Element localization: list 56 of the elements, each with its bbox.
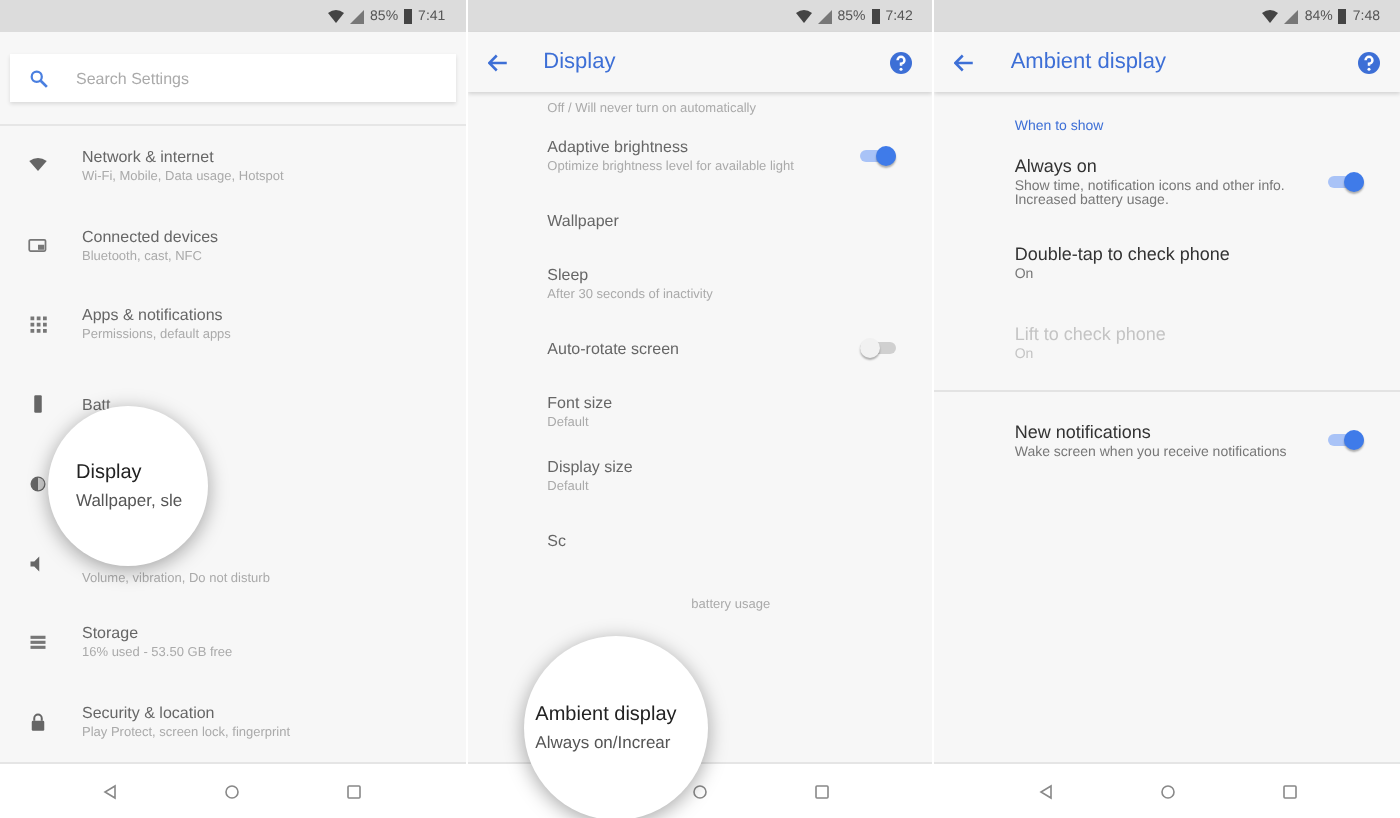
- magnified-summary: Always on/Increar: [535, 732, 673, 752]
- setting-title[interactable]: Batt: [82, 395, 430, 414]
- wifi-icon: [28, 155, 48, 176]
- toggle-switch[interactable]: [860, 338, 897, 358]
- battery-icon: [28, 394, 48, 415]
- setting-title[interactable]: Apps & notifications: [82, 306, 430, 325]
- setting-title[interactable]: Network & internet: [82, 147, 430, 166]
- setting-title[interactable]: Display size: [547, 458, 897, 476]
- setting-title[interactable]: Always on: [1014, 156, 1295, 176]
- magnified-title: Display: [76, 462, 144, 484]
- setting-title[interactable]: Double-tap to check phone: [1014, 243, 1365, 263]
- search-icon: [30, 69, 48, 87]
- setting-title[interactable]: Sc: [547, 531, 897, 549]
- magnified-summary: Wallpaper, sle: [76, 490, 185, 510]
- battery-icon: [404, 8, 413, 24]
- lock-icon: [28, 712, 48, 733]
- wifi-icon: [1262, 9, 1279, 23]
- battery-icon: [1338, 8, 1347, 24]
- signal-icon: [350, 9, 365, 23]
- app-bar-title: Ambient display: [1010, 50, 1168, 74]
- home-icon[interactable]: [1159, 783, 1176, 799]
- back-arrow-icon[interactable]: [487, 53, 508, 71]
- back-icon[interactable]: [102, 783, 119, 799]
- search-placeholder: Search Settings: [76, 69, 189, 87]
- brightness-icon: [28, 473, 48, 494]
- storage-icon: [28, 632, 48, 653]
- setting-title[interactable]: Connected devices: [82, 227, 430, 246]
- app-bar-title: Display: [543, 50, 618, 74]
- setting-title[interactable]: Storage: [82, 624, 430, 643]
- signal-icon: [817, 9, 832, 23]
- toggle-switch[interactable]: [1328, 430, 1365, 450]
- wifi-icon: [795, 9, 812, 23]
- setting-title[interactable]: Font size: [547, 394, 897, 412]
- battery-icon: [871, 8, 880, 24]
- setting-title[interactable]: New notifications: [1014, 421, 1295, 441]
- setting-title[interactable]: Adaptive brightness: [547, 138, 827, 156]
- toggle-switch[interactable]: [860, 146, 897, 166]
- wifi-icon: [328, 9, 345, 23]
- setting-title[interactable]: Security & location: [82, 704, 430, 723]
- home-icon[interactable]: [224, 783, 241, 799]
- setting-title[interactable]: Wallpaper: [547, 211, 897, 229]
- signal-icon: [1284, 9, 1299, 23]
- toggle-switch[interactable]: [1328, 172, 1365, 192]
- recents-icon[interactable]: [346, 783, 363, 799]
- devices-icon: [28, 235, 48, 256]
- back-arrow-icon[interactable]: [954, 53, 975, 71]
- help-icon[interactable]: [890, 51, 913, 73]
- back-icon[interactable]: [1037, 783, 1054, 799]
- recents-icon[interactable]: [813, 783, 830, 799]
- recents-icon[interactable]: [1281, 783, 1298, 799]
- help-icon[interactable]: [1358, 51, 1381, 73]
- setting-title[interactable]: Sleep: [547, 266, 897, 284]
- grid-icon: [28, 314, 48, 335]
- setting-title[interactable]: Auto-rotate screen: [547, 339, 827, 357]
- home-icon[interactable]: [692, 783, 708, 799]
- magnified-title: Ambient display: [535, 704, 679, 726]
